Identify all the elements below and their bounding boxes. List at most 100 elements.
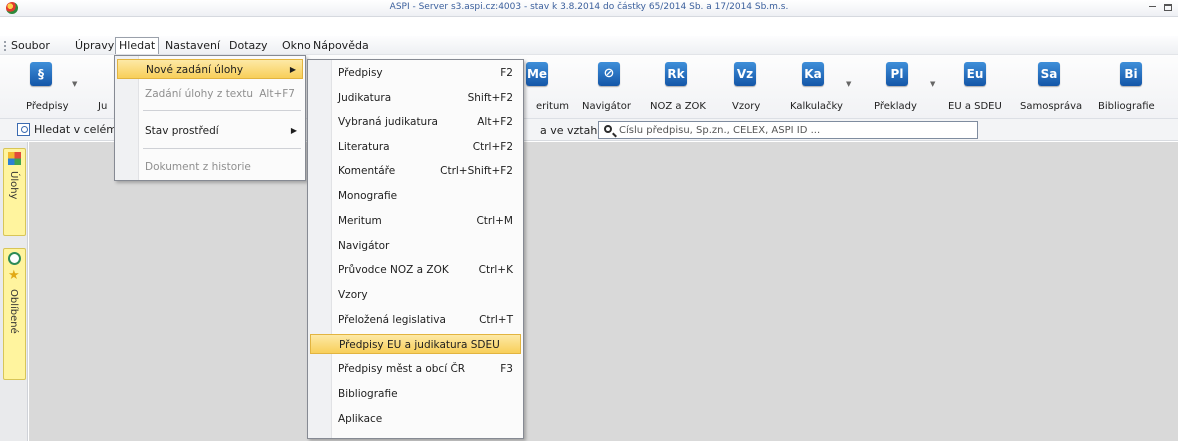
menu-item-label: Zadání úlohy z textu	[145, 88, 254, 100]
submenu-item-vzory[interactable]: Vzory	[310, 285, 521, 305]
preklady-dropdown-icon[interactable]: ▼	[930, 80, 935, 88]
menu-item-dokument-z-historie[interactable]: Dokument z historie	[117, 157, 303, 177]
submenu-arrow-icon: ▶	[290, 126, 297, 135]
menu-item-shortcut: Alt+F2	[477, 116, 513, 128]
search-icon	[604, 125, 612, 133]
bibliografie-icon: Bi	[1120, 62, 1142, 86]
workspace-area	[29, 142, 1178, 441]
menu-item-label: Judikatura	[338, 92, 392, 104]
menu-upravy[interactable]: Úpravy	[72, 37, 117, 54]
menu-item-stav-prostredi[interactable]: Stav prostředí ▶	[117, 121, 303, 141]
menu-item-shortcut: F2	[500, 67, 513, 79]
minimize-icon[interactable]	[1149, 6, 1156, 7]
noz-zok-button[interactable]: Rk NOZ a ZOK	[646, 59, 706, 117]
menu-item-shortcut: Ctrl+K	[478, 264, 513, 276]
submenu-item-monografie[interactable]: Monografie	[310, 186, 521, 206]
submenu-item-predpisy[interactable]: Předpisy F2	[310, 63, 521, 83]
menu-hledat[interactable]: Hledat	[115, 37, 160, 54]
menu-separator	[143, 148, 301, 149]
navigator-button[interactable]: ⊘ Navigátor	[578, 59, 634, 117]
menu-dotazy[interactable]: Dotazy	[226, 37, 271, 54]
menu-item-label: Předpisy EU a judikatura SDEU	[339, 339, 500, 351]
search-scope-label[interactable]: Hledat v celém	[34, 123, 117, 136]
star-icon: ★	[8, 268, 20, 283]
title-bar: ASPI - Server s3.aspi.cz:4003 - stav k 3…	[0, 0, 1178, 17]
submenu-item-predpisy-eu-sdeu[interactable]: Předpisy EU a judikatura SDEU	[310, 334, 521, 354]
kalkulacky-button[interactable]: Ka ▼ Kalkulačky	[782, 59, 862, 117]
submenu-item-bibliografie[interactable]: Bibliografie	[310, 384, 521, 404]
submenu-item-meritum[interactable]: Meritum Ctrl+M	[310, 211, 521, 231]
favorites-tab[interactable]: ★ Oblíbené	[3, 248, 26, 380]
preklady-label: Překlady	[874, 101, 917, 112]
submenu-item-judikatura[interactable]: Judikatura Shift+F2	[310, 88, 521, 108]
menu-item-label: Komentáře	[338, 165, 396, 177]
menu-item-label: Monografie	[338, 190, 398, 202]
menu-item-label: Meritum	[338, 215, 382, 227]
submenu-item-literatura[interactable]: Literatura Ctrl+F2	[310, 137, 521, 157]
search-field[interactable]	[598, 121, 978, 139]
kalkulacky-dropdown-icon[interactable]: ▼	[846, 80, 851, 88]
meritum-label: eritum	[536, 101, 570, 112]
nove-zadani-submenu: Předpisy F2 Judikatura Shift+F2 Vybraná …	[307, 59, 524, 439]
history-icon	[8, 252, 21, 265]
meritum-icon: Me	[526, 62, 548, 86]
menu-item-shortcut: Ctrl+T	[479, 314, 513, 326]
menu-okno[interactable]: Okno	[279, 37, 314, 54]
compass-icon: ⊘	[598, 62, 620, 86]
maximize-icon[interactable]	[1164, 4, 1172, 11]
menu-item-label: Stav prostředí	[145, 125, 219, 137]
eu-sdeu-button[interactable]: Eu EU a SDEU	[942, 59, 1004, 117]
bibliografie-button[interactable]: Bi Bibliografie	[1098, 59, 1162, 117]
hledat-menu: Nové zadání úlohy ▶ Zadání úlohy z textu…	[114, 55, 306, 181]
menu-item-shortcut: Ctrl+F2	[472, 141, 513, 153]
eu-sdeu-label: EU a SDEU	[948, 101, 1002, 112]
menu-soubor[interactable]: Soubor	[8, 37, 53, 54]
noz-zok-icon: Rk	[665, 62, 687, 86]
submenu-item-prelozena-legislativa[interactable]: Přeložená legislativa Ctrl+T	[310, 310, 521, 330]
menu-item-shortcut: F3	[500, 363, 513, 375]
menu-item-label: Předpisy	[338, 67, 383, 79]
kalkulacky-label: Kalkulačky	[790, 101, 843, 112]
menu-item-label: Aplikace	[338, 413, 383, 425]
submenu-item-pruvodce-noz-zok[interactable]: Průvodce NOZ a ZOK Ctrl+K	[310, 260, 521, 280]
submenu-item-aplikace[interactable]: Aplikace	[310, 409, 521, 429]
menu-item-shortcut: Ctrl+Shift+F2	[440, 165, 513, 177]
predpisy-button[interactable]: § ▼ Předpisy	[8, 59, 78, 117]
eu-sdeu-icon: Eu	[964, 62, 986, 86]
side-panel: Úlohy ★ Oblíbené	[0, 142, 28, 441]
submenu-item-komentare[interactable]: Komentáře Ctrl+Shift+F2	[310, 161, 521, 181]
submenu-item-vybrana-judikatura[interactable]: Vybraná judikatura Alt+F2	[310, 112, 521, 132]
menubar-grip[interactable]	[4, 41, 6, 51]
menu-item-label: Vybraná judikatura	[338, 116, 438, 128]
menu-item-label: Bibliografie	[338, 388, 398, 400]
predpisy-dropdown-icon[interactable]: ▼	[72, 80, 77, 88]
tasks-tab-label: Úlohy	[8, 171, 19, 200]
search-scope-icon[interactable]	[17, 123, 30, 136]
menu-item-nove-zadani[interactable]: Nové zadání úlohy ▶	[117, 59, 303, 79]
menu-item-shortcut: Shift+F2	[467, 92, 513, 104]
vzory-button[interactable]: Vz Vzory	[726, 59, 766, 117]
search-input[interactable]	[619, 122, 974, 138]
predpisy-label: Předpisy	[26, 101, 69, 112]
submenu-item-navigator[interactable]: Navigátor	[310, 236, 521, 256]
tasks-icon	[8, 152, 21, 165]
menu-item-zadani-z-textu[interactable]: Zadání úlohy z textu Alt+F7	[117, 84, 303, 104]
submenu-item-predpisy-mest-obci[interactable]: Předpisy měst a obcí ČR F3	[310, 359, 521, 379]
kalkulacky-icon: Ka	[802, 62, 824, 86]
menu-nastaveni[interactable]: Nastavení	[162, 37, 223, 54]
samosprava-icon: Sa	[1038, 62, 1060, 86]
preklady-button[interactable]: Pl ▼ Překlady	[868, 59, 944, 117]
favorites-tab-label: Oblíbené	[8, 289, 19, 334]
meritum-button[interactable]: Me eritum	[526, 59, 574, 117]
tasks-tab[interactable]: Úlohy	[3, 148, 26, 236]
menu-napoveda[interactable]: Nápověda	[310, 37, 372, 54]
menu-item-shortcut: Ctrl+M	[476, 215, 513, 227]
menu-item-label: Průvodce NOZ a ZOK	[338, 264, 449, 276]
samosprava-label: Samospráva	[1020, 101, 1083, 112]
predpisy-icon: §	[30, 62, 52, 86]
samosprava-button[interactable]: Sa Samospráva	[1018, 59, 1082, 117]
menu-item-label: Vzory	[338, 289, 368, 301]
menu-separator	[143, 110, 301, 111]
menu-item-label: Navigátor	[338, 240, 390, 252]
preklady-icon: Pl	[886, 62, 908, 86]
